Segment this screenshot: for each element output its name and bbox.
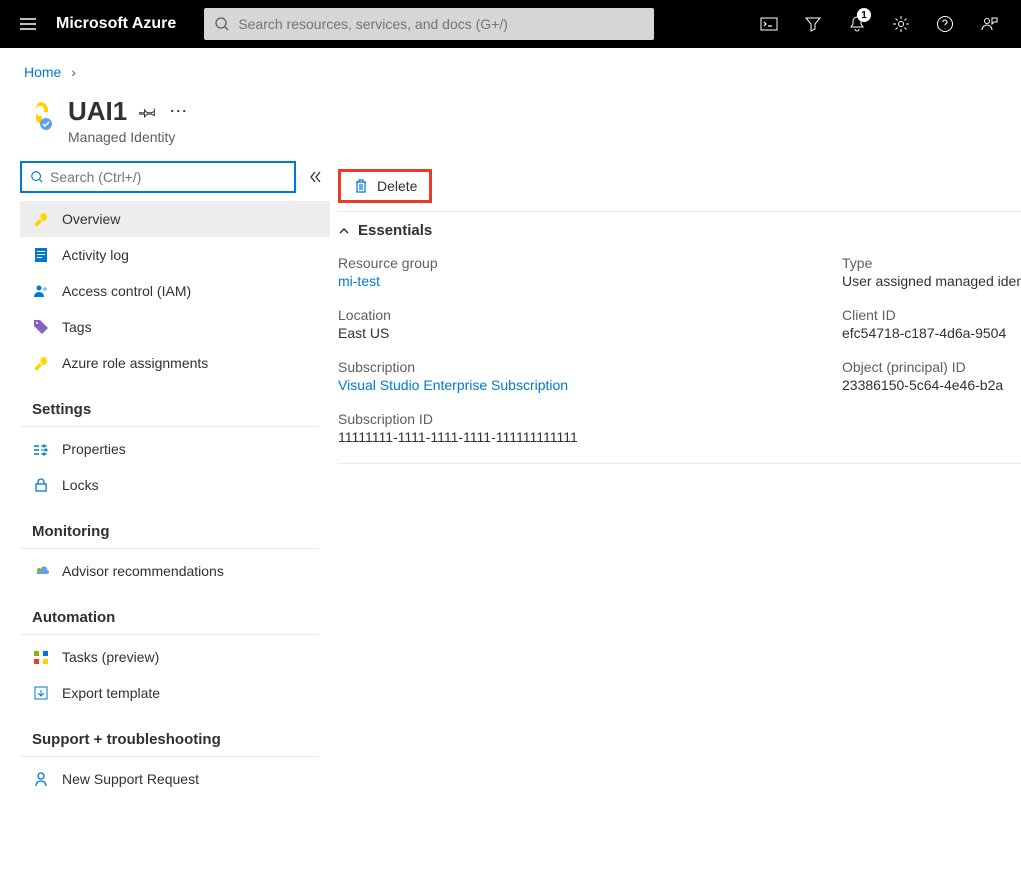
breadcrumb-home[interactable]: Home [24, 64, 61, 80]
essentials-grid: Resource group mi-test Type User assigne… [338, 249, 1021, 463]
sidebar: Overview Activity log Access control (IA… [0, 161, 330, 817]
people-icon [32, 282, 50, 300]
sidebar-item-access-control[interactable]: Access control (IAM) [20, 273, 330, 309]
sidebar-item-properties[interactable]: Properties [20, 431, 330, 467]
sidebar-search-input[interactable] [50, 169, 286, 185]
sidebar-item-export-template[interactable]: Export template [20, 675, 330, 711]
ess-label-subscription: Subscription [338, 359, 818, 375]
sidebar-item-activity-log[interactable]: Activity log [20, 237, 330, 273]
gear-icon [892, 15, 910, 33]
filter-icon [804, 15, 822, 33]
search-icon [30, 170, 44, 184]
ess-label-subscription-id: Subscription ID [338, 411, 818, 427]
ess-value-client-id: efc54718-c187-4d6a-9504 [842, 325, 1021, 341]
sidebar-item-label: Tasks (preview) [62, 649, 159, 665]
cloud-shell-button[interactable] [749, 0, 789, 48]
search-icon [214, 16, 230, 32]
sidebar-section-monitoring: Monitoring [20, 503, 318, 549]
delete-button[interactable]: Delete [338, 169, 432, 203]
ess-value-subscription-id: 11111111-1111-1111-1111-111111111111 [338, 429, 818, 445]
global-search-input[interactable] [238, 16, 644, 32]
sidebar-search[interactable] [20, 161, 296, 193]
sidebar-item-overview[interactable]: Overview [20, 201, 330, 237]
sidebar-item-label: Azure role assignments [62, 355, 208, 371]
ess-value-object-id: 23386150-5c64-4e46-b2a [842, 377, 1021, 393]
person-feedback-icon [980, 15, 998, 33]
menu-button[interactable] [12, 8, 44, 40]
filter-button[interactable] [793, 0, 833, 48]
chevron-up-icon [338, 225, 350, 237]
essentials-toggle[interactable]: Essentials [338, 212, 1021, 249]
sidebar-item-label: Locks [62, 477, 99, 493]
settings-button[interactable] [881, 0, 921, 48]
ess-label-object-id: Object (principal) ID [842, 359, 1021, 375]
trash-icon [353, 178, 369, 194]
sidebar-section-automation: Automation [20, 589, 318, 635]
essentials-heading: Essentials [358, 222, 432, 239]
sidebar-item-advisor[interactable]: Advisor recommendations [20, 553, 330, 589]
tasks-icon [32, 648, 50, 666]
page-subtitle: Managed Identity [68, 129, 189, 145]
content-area: Delete Essentials Resource group mi-test… [330, 161, 1021, 817]
sidebar-section-support: Support + troubleshooting [20, 711, 318, 757]
export-icon [32, 684, 50, 702]
ess-value-resource-group[interactable]: mi-test [338, 273, 818, 289]
key-icon [32, 354, 50, 372]
tag-icon [32, 318, 50, 336]
properties-icon [32, 440, 50, 458]
advisor-icon [32, 562, 50, 580]
page-header: UAI1 ⋯ Managed Identity [0, 88, 1021, 161]
feedback-button[interactable] [969, 0, 1009, 48]
cloud-shell-icon [760, 15, 778, 33]
help-icon [936, 15, 954, 33]
lock-icon [32, 476, 50, 494]
ess-value-subscription[interactable]: Visual Studio Enterprise Subscription [338, 377, 818, 393]
sidebar-item-label: Tags [62, 319, 92, 335]
brand-label: Microsoft Azure [56, 15, 176, 33]
collapse-sidebar-button[interactable] [308, 170, 322, 184]
ess-value-type: User assigned managed identity [842, 273, 1021, 289]
delete-label: Delete [377, 178, 417, 194]
ess-label-location: Location [338, 307, 818, 323]
breadcrumb: Home › [0, 48, 1021, 88]
more-button[interactable]: ⋯ [169, 101, 189, 122]
sidebar-item-tasks[interactable]: Tasks (preview) [20, 639, 330, 675]
log-icon [32, 246, 50, 264]
managed-identity-icon [24, 100, 56, 132]
sidebar-section-settings: Settings [20, 381, 318, 427]
notification-badge: 1 [857, 8, 871, 22]
support-icon [32, 770, 50, 788]
chevron-right-icon: › [71, 64, 76, 80]
ess-label-type: Type [842, 255, 1021, 271]
sidebar-item-support-request[interactable]: New Support Request [20, 761, 330, 797]
ess-label-resource-group: Resource group [338, 255, 818, 271]
page-title: UAI1 [68, 96, 127, 127]
sidebar-item-label: Export template [62, 685, 160, 701]
sidebar-item-role-assignments[interactable]: Azure role assignments [20, 345, 330, 381]
help-button[interactable] [925, 0, 965, 48]
global-search[interactable] [204, 8, 654, 40]
ess-label-client-id: Client ID [842, 307, 1021, 323]
sidebar-item-label: Access control (IAM) [62, 283, 191, 299]
notifications-button[interactable]: 1 [837, 0, 877, 48]
sidebar-item-locks[interactable]: Locks [20, 467, 330, 503]
top-bar: Microsoft Azure 1 [0, 0, 1021, 48]
sidebar-item-label: New Support Request [62, 771, 199, 787]
sidebar-item-label: Activity log [62, 247, 129, 263]
pin-button[interactable] [139, 103, 157, 121]
sidebar-item-label: Overview [62, 211, 120, 227]
ess-value-location: East US [338, 325, 818, 341]
key-icon [32, 210, 50, 228]
sidebar-item-label: Advisor recommendations [62, 563, 224, 579]
sidebar-item-label: Properties [62, 441, 126, 457]
sidebar-item-tags[interactable]: Tags [20, 309, 330, 345]
